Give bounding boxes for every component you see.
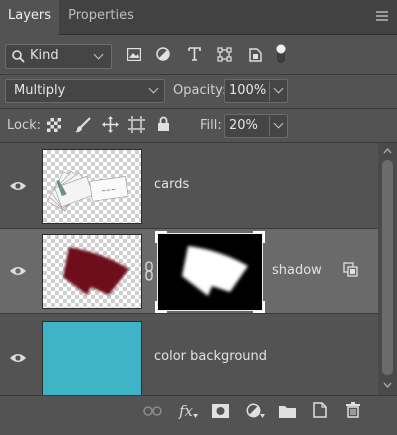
mask-image [182,246,248,296]
chevron-down-icon [93,49,104,60]
opacity-value: 100% [229,83,267,98]
layer-row-cards[interactable]: ~~~ cards [0,143,378,229]
layer-name[interactable]: shadow [272,263,322,278]
new-adjustment-layer-icon[interactable] [246,403,261,418]
layers-bottom-toolbar: fx [0,395,397,435]
chevron-down-icon [273,118,284,129]
divider [0,74,397,75]
layer-style-fx-button[interactable]: fx [179,402,193,420]
tab-properties[interactable]: Properties [59,0,143,34]
cards-image: ~~~ [47,170,129,212]
tab-layers[interactable]: Layers [0,0,59,35]
lock-label: Lock: [7,118,42,133]
mask-corner [155,231,167,243]
layer-name[interactable]: color background [154,349,267,364]
adjustment-menu-arrow-icon [260,414,265,418]
visibility-eye-icon[interactable] [10,266,26,276]
lock-artboard-icon[interactable] [128,116,145,133]
layers-scrollbar[interactable] [378,143,397,395]
scroll-down-arrow-icon[interactable] [383,382,392,388]
adjustment-filter-icon[interactable] [156,47,170,61]
fill-value: 20% [229,118,258,133]
lock-transparent-pixels-icon[interactable] [47,118,61,132]
image-filter-icon[interactable] [127,48,141,61]
scroll-thumb[interactable] [382,160,393,375]
type-filter-icon[interactable] [188,47,201,61]
blend-mode-value: Multiply [14,83,66,98]
shape-filter-icon[interactable] [217,47,232,62]
chevron-down-icon [148,83,159,94]
lock-all-icon[interactable] [157,116,170,132]
mask-corner [253,301,265,313]
filter-toggle-icon[interactable] [275,43,287,65]
blend-mode-dropdown[interactable]: Multiply [5,79,165,103]
new-layer-icon[interactable] [313,402,327,418]
delete-layer-trash-icon[interactable] [346,402,360,418]
layer-row-color-background[interactable]: color background [0,314,378,396]
opacity-field[interactable]: 100% [224,79,288,103]
mask-corner [155,301,167,313]
link-layers-icon[interactable] [143,405,162,417]
fill-label: Fill: [200,118,222,133]
chevron-down-icon [273,83,284,94]
lock-image-pixels-icon[interactable] [75,117,91,133]
panel-menu-icon[interactable] [376,11,388,21]
new-group-folder-icon[interactable] [279,404,296,418]
layer-thumbnail-shadow [42,234,142,309]
shadow-image [63,247,129,295]
layers-list: ~~~ cards shadow color background [0,143,378,396]
layer-thumbnail-color-background [42,321,142,396]
scroll-up-arrow-icon[interactable] [383,148,392,154]
layer-name[interactable]: cards [154,177,189,192]
layer-row-shadow[interactable]: shadow [0,229,378,314]
mask-corner [253,231,265,243]
search-icon [12,50,25,63]
visibility-eye-icon[interactable] [10,181,26,191]
layer-mask-thumbnail[interactable] [155,231,265,313]
layer-thumbnail-cards: ~~~ [42,149,142,224]
add-mask-icon[interactable] [212,404,229,418]
fill-field[interactable]: 20% [224,114,288,138]
field-separator [269,81,270,101]
smart-object-filter-icon[interactable] [249,46,262,62]
lock-position-icon[interactable] [102,116,119,133]
divider [0,108,397,109]
fx-menu-arrow-icon [193,414,198,418]
smart-object-badge-icon [343,262,358,277]
filter-kind-dropdown[interactable]: Kind [5,44,112,69]
field-separator [269,116,270,136]
opacity-label: Opacity: [173,83,227,98]
panel-tab-bar: Layers Properties [0,0,397,35]
link-icon[interactable] [144,261,154,281]
filter-kind-label: Kind [30,48,59,63]
visibility-eye-icon[interactable] [10,353,26,363]
